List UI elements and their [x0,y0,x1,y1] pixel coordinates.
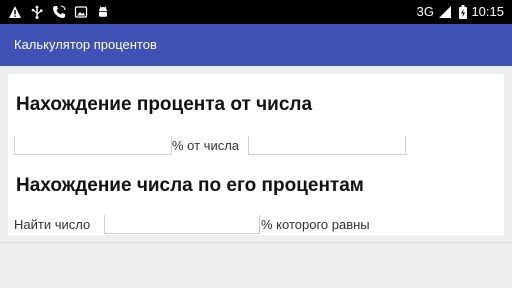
clock: 10:15 [471,4,504,19]
content-card: Нахождение процента от числа % от числа … [8,74,504,235]
heading-number-by-percent: Нахождение числа по его процентам [16,175,364,196]
warning-icon [9,6,21,18]
bottom-divider [0,242,512,243]
status-bar: 3G 10:15 [0,0,512,24]
percent-value-input[interactable] [104,215,260,234]
usb-icon [31,5,43,19]
heading-percent-of-number: Нахождение процента от числа [16,94,313,115]
android-icon [99,6,107,17]
signal-icon [439,6,451,18]
percent-input[interactable] [14,136,172,155]
network-type-label: 3G [416,4,434,19]
number-input[interactable] [248,136,406,155]
percent-of-number-label: % от числа [172,138,240,153]
percent-equals-label: % которого равны [261,217,370,232]
app-bar: Калькулятор процентов [0,24,512,66]
image-icon [74,6,88,18]
battery-icon [459,5,467,19]
app-title: Калькулятор процентов [14,37,157,52]
phone-icon [53,5,66,18]
find-number-label: Найти число [14,217,91,232]
